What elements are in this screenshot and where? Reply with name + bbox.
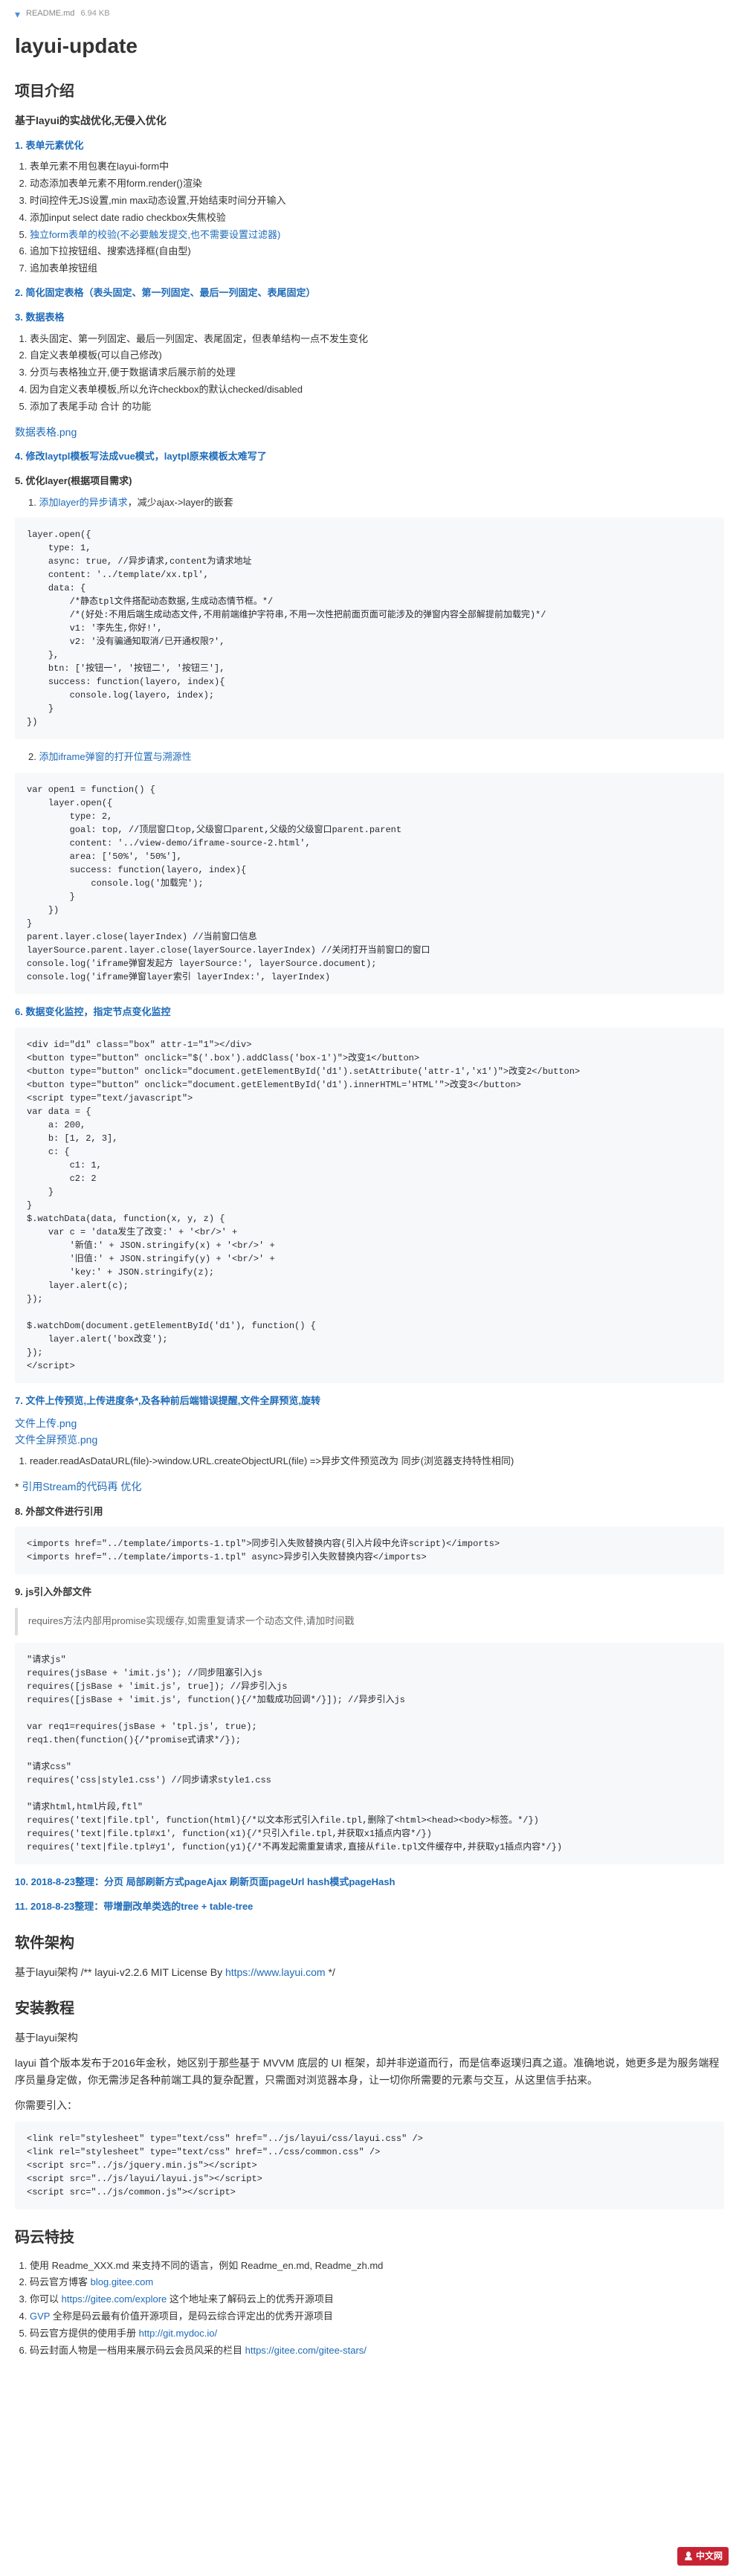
code-block-iframe: var open1 = function() { layer.open({ ty… bbox=[15, 773, 724, 994]
list-item: 追加下拉按钮组、搜索选择框(自由型) bbox=[30, 244, 724, 260]
s5-sub1-idx: 1. bbox=[28, 497, 36, 508]
link[interactable]: http://git.mydoc.io/ bbox=[139, 2328, 218, 2339]
t: 码云官方提供的使用手册 bbox=[30, 2328, 139, 2339]
code-block-requires: "请求js" requires(jsBase + 'imit.js'); //同… bbox=[15, 1643, 724, 1864]
file-stats: 6.94 KB bbox=[80, 7, 109, 21]
t: 码云官方博客 bbox=[30, 2276, 91, 2287]
t2: 这个地址来了解码云上的优秀开源项目 bbox=[167, 2293, 334, 2305]
s10-heading: 10. 2018-8-23整理：分页 局部刷新方式pageAjax 刷新页面pa… bbox=[15, 1875, 724, 1890]
s1-heading: 1. 表单元素优化 bbox=[15, 138, 724, 154]
section-intro-heading: 项目介绍 bbox=[15, 80, 724, 103]
list-item: 分页与表格独立开,便于数据请求后展示前的处理 bbox=[30, 365, 724, 381]
intro-text: 基于layui的实战优化,无侵入优化 bbox=[15, 115, 167, 126]
s7-heading: 7. 文件上传预览,上传进度条*,及各种前后端错误提醒,文件全屏预览,旋转 bbox=[15, 1394, 724, 1409]
list-item: 时间控件无JS设置,min max动态设置,开始结束时间分开输入 bbox=[30, 193, 724, 209]
tab-bar: ▾ README.md 6.94 KB bbox=[15, 6, 724, 22]
footer-logo[interactable]: 中文网 bbox=[677, 2547, 729, 2566]
link[interactable]: blog.gitee.com bbox=[91, 2276, 154, 2287]
link[interactable]: GVP bbox=[30, 2311, 50, 2322]
quote-text: requires方法内部用promise实现缓存,如需重复请求一个动态文件,请加… bbox=[28, 1615, 354, 1626]
s8-heading: 8. 外部文件进行引用 bbox=[15, 1504, 724, 1520]
footer-logo-text: 中文网 bbox=[696, 2549, 723, 2563]
s4-heading: 4. 修改laytpl模板写法成vue模式，laytpl原来模板太难写了 bbox=[15, 449, 724, 465]
s1-list: 表单元素不用包裹在layui-form中 动态添加表单元素不用form.rend… bbox=[30, 159, 724, 277]
s3-image-link[interactable]: 数据表格.png bbox=[15, 426, 77, 438]
link[interactable]: https://gitee.com/gitee-stars/ bbox=[245, 2345, 367, 2356]
arch-heading: 软件架构 bbox=[15, 1931, 724, 1955]
arch-pre: 基于layui架构 /** layui-v2.2.6 MIT License B… bbox=[15, 1966, 225, 1978]
install-heading: 安装教程 bbox=[15, 1997, 724, 2020]
s3-heading: 3. 数据表格 bbox=[15, 310, 724, 326]
s7-link2[interactable]: 文件全屏预览.png bbox=[15, 1434, 97, 1446]
list-item: 码云官方提供的使用手册 http://git.mydoc.io/ bbox=[30, 2326, 724, 2342]
s7-stream-link[interactable]: 引用Stream的代码再 优化 bbox=[22, 1481, 141, 1493]
code-block-imports: <imports href="../template/imports-1.tpl… bbox=[15, 1527, 724, 1574]
s5-heading: 5. 优化layer(根据项目需求) bbox=[15, 474, 724, 489]
list-item: 表头固定、第一列固定、最后一列固定、表尾固定，但表单结构一点不发生变化 bbox=[30, 332, 724, 347]
t: 码云封面人物是一档用来展示码云会员风采的栏目 bbox=[30, 2345, 245, 2356]
list-item: 自定义表单模板(可以自己修改) bbox=[30, 348, 724, 364]
list-item: GVP 全称是码云最有价值开源项目，是码云综合评定出的优秀开源项目 bbox=[30, 2309, 724, 2325]
t: 全称是码云最有价值开源项目，是码云综合评定出的优秀开源项目 bbox=[50, 2311, 333, 2322]
install-line2: 你需要引入： bbox=[15, 2097, 724, 2113]
list-item: 表单元素不用包裹在layui-form中 bbox=[30, 159, 724, 175]
s5-sub1-tail: ，减少ajax->layer的嵌套 bbox=[128, 497, 233, 508]
tricks-heading: 码云特技 bbox=[15, 2226, 724, 2250]
s5-sub2-idx: 2. bbox=[28, 751, 36, 762]
arch-link[interactable]: https://www.layui.com bbox=[225, 1966, 326, 1978]
install-line1: 基于layui架构 bbox=[15, 2029, 724, 2046]
t: 你可以 bbox=[30, 2293, 62, 2305]
code-block-install: <link rel="stylesheet" type="text/css" h… bbox=[15, 2122, 724, 2209]
page-title: layui-update bbox=[15, 30, 724, 63]
arch-text: 基于layui架构 /** layui-v2.2.6 MIT License B… bbox=[15, 1964, 724, 1980]
s11-heading: 11. 2018-8-23整理：带增删改单类选的tree + table-tre… bbox=[15, 1899, 724, 1915]
list-item: 添加input select date radio checkbox失焦校验 bbox=[30, 210, 724, 226]
s1-link[interactable]: 独立form表单的校验(不必要触发提交,也不需要设置过滤器) bbox=[30, 229, 280, 240]
tricks-list: 使用 Readme_XXX.md 来支持不同的语言，例如 Readme_en.m… bbox=[30, 2258, 724, 2359]
list-item: 使用 Readme_XXX.md 来支持不同的语言，例如 Readme_en.m… bbox=[30, 2258, 724, 2274]
list-item: 动态添加表单元素不用form.render()渲染 bbox=[30, 176, 724, 192]
list-item: 码云官方博客 blog.gitee.com bbox=[30, 2275, 724, 2290]
s9-heading: 9. js引入外部文件 bbox=[15, 1585, 724, 1600]
list-item: 追加表单按钮组 bbox=[30, 261, 724, 277]
link[interactable]: https://gitee.com/explore bbox=[62, 2293, 167, 2305]
s7-link1[interactable]: 文件上传.png bbox=[15, 1417, 77, 1429]
s5-sub2-link[interactable]: 添加iframe弹窗的打开位置与溯源性 bbox=[39, 751, 191, 762]
s7-list: reader.readAsDataURL(file)->window.URL.c… bbox=[30, 1454, 724, 1469]
star: * bbox=[15, 1481, 19, 1493]
code-block-watch: <div id="d1" class="box" attr-1="1"></di… bbox=[15, 1028, 724, 1383]
list-item: 码云封面人物是一档用来展示码云会员风采的栏目 https://gitee.com… bbox=[30, 2343, 724, 2359]
arch-post: */ bbox=[326, 1966, 335, 1978]
s3-list: 表头固定、第一列固定、最后一列固定、表尾固定，但表单结构一点不发生变化 自定义表… bbox=[30, 332, 724, 415]
list-item: reader.readAsDataURL(file)->window.URL.c… bbox=[30, 1454, 724, 1469]
s6-heading: 6. 数据变化监控，指定节点变化监控 bbox=[15, 1005, 724, 1020]
install-para: layui 首个版本发布于2016年金秋，她区别于那些基于 MVVM 底层的 U… bbox=[15, 2055, 724, 2088]
php-icon bbox=[683, 2551, 694, 2561]
list-item: 你可以 https://gitee.com/explore 这个地址来了解码云上… bbox=[30, 2292, 724, 2308]
code-block-layer-open: layer.open({ type: 1, async: true, //异步请… bbox=[15, 518, 724, 739]
markdown-icon: ▾ bbox=[15, 6, 20, 22]
file-name: README.md bbox=[26, 7, 74, 21]
list-item: 添加了表尾手动 合计 的功能 bbox=[30, 399, 724, 415]
list-item: 独立form表单的校验(不必要触发提交,也不需要设置过滤器) bbox=[30, 228, 724, 243]
s5-sub1-link[interactable]: 添加layer的异步请求 bbox=[39, 497, 127, 508]
s2-heading: 2. 简化固定表格（表头固定、第一列固定、最后一列固定、表尾固定） bbox=[15, 286, 724, 301]
s9-quote: requires方法内部用promise实现缓存,如需重复请求一个动态文件,请加… bbox=[15, 1608, 724, 1635]
list-item: 因为自定义表单模板,所以允许checkbox的默认checked/disable… bbox=[30, 382, 724, 398]
